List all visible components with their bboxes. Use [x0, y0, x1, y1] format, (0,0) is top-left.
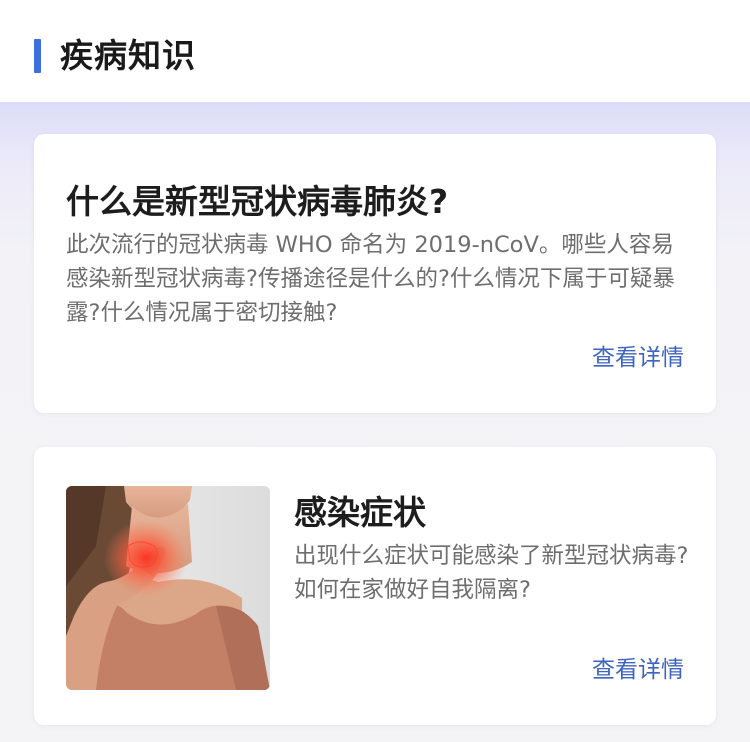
article-title: 什么是新型冠状病毒肺炎? [66, 182, 449, 221]
article-card-symptoms[interactable]: 感染症状 出现什么症状可能感染了新型冠状病毒?如何在家做好自我隔离? 查看详情 [34, 447, 716, 725]
article-title: 感染症状 [294, 493, 426, 532]
header-accent-bar [34, 39, 41, 73]
article-description: 此次流行的冠状病毒 WHO 命名为 2019-nCoV。哪些人容易感染新型冠状病… [66, 232, 675, 326]
view-details-link[interactable]: 查看详情 [592, 343, 684, 373]
article-card-pneumonia[interactable]: 什么是新型冠状病毒肺炎? 此次流行的冠状病毒 WHO 命名为 2019-nCoV… [34, 134, 716, 413]
article-thumbnail [66, 486, 270, 690]
article-description: 出现什么症状可能感染了新型冠状病毒?如何在家做好自我隔离? [294, 543, 689, 603]
section-title: 疾病知识 [60, 36, 196, 75]
section-header: 疾病知识 [0, 0, 750, 102]
view-details-link[interactable]: 查看详情 [592, 655, 684, 685]
